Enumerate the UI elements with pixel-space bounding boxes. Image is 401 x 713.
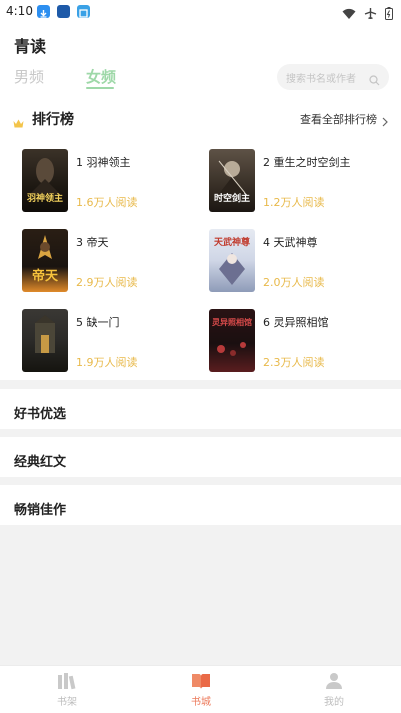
status-bar: 4:10 <box>0 0 401 24</box>
tab-male[interactable]: 男频 <box>14 66 44 87</box>
ranking-book-item[interactable]: 时空剑主 2 重生之时空剑主 1.2万人阅读 <box>209 149 389 213</box>
ranking-book-item[interactable]: 5 缺一门 1.9万人阅读 <box>22 309 202 373</box>
bottom-navigation: 书架 书城 我的 <box>0 665 401 713</box>
book-cover[interactable]: 灵异照相馆 <box>209 309 255 372</box>
section-good-books[interactable]: 好书优选 <box>0 389 401 429</box>
book-cover[interactable]: 羽神领主 <box>22 149 68 212</box>
app-icon <box>77 5 90 18</box>
book-read-count: 1.9万人阅读 <box>76 356 138 369</box>
download-icon <box>37 5 50 18</box>
book-read-count: 2.3万人阅读 <box>263 356 325 369</box>
nav-label: 书城 <box>191 697 211 708</box>
nav-item-profile[interactable]: 我的 <box>267 666 401 713</box>
profile-icon <box>324 672 344 694</box>
battery-icon <box>385 5 393 24</box>
book-title: 6 灵异照相馆 <box>263 316 329 329</box>
nav-item-book-city[interactable]: 书城 <box>134 666 268 713</box>
book-read-count: 1.6万人阅读 <box>76 196 138 209</box>
app-title: 青读 <box>14 37 47 56</box>
app-icon <box>57 5 70 18</box>
book-title: 2 重生之时空剑主 <box>263 156 351 169</box>
book-cover-title: 羽神领主 <box>26 194 63 204</box>
view-all-rankings-link[interactable]: 查看全部排行榜 <box>300 111 377 127</box>
section-bestsellers[interactable]: 畅销佳作 <box>0 485 401 525</box>
header: 青读 男频 女频 搜索书名或作者 <box>0 24 401 100</box>
tab-female[interactable]: 女频 <box>86 66 116 87</box>
book-cover-title: 时空剑主 <box>213 194 250 204</box>
ranking-title: 排行榜 <box>32 112 74 128</box>
nav-label: 书架 <box>57 697 77 708</box>
section-title: 好书优选 <box>14 407 67 422</box>
book-title: 3 帝天 <box>76 236 109 249</box>
book-city-icon <box>191 672 211 694</box>
book-title: 4 天武神尊 <box>263 236 318 249</box>
book-cover-title: 灵异照相馆 <box>212 317 252 327</box>
ranking-book-item[interactable]: 灵异照相馆 6 灵异照相馆 2.3万人阅读 <box>209 309 389 373</box>
crown-icon <box>13 113 24 132</box>
book-cover[interactable] <box>22 309 68 372</box>
search-placeholder: 搜索书名或作者 <box>286 73 356 85</box>
status-time: 4:10 <box>6 4 33 18</box>
book-cover[interactable]: 时空剑主 <box>209 149 255 212</box>
ranking-panel: 排行榜 查看全部排行榜 羽神领主 1 羽神领主 1.6万人阅读 时空剑主 2 重… <box>0 100 401 380</box>
book-title: 1 羽神领主 <box>76 156 131 169</box>
ranking-book-item[interactable]: 羽神领主 1 羽神领主 1.6万人阅读 <box>22 149 202 213</box>
book-read-count: 2.0万人阅读 <box>263 276 325 289</box>
search-icon[interactable] <box>369 71 380 90</box>
section-classic-hits[interactable]: 经典红文 <box>0 437 401 477</box>
nav-item-bookshelf[interactable]: 书架 <box>0 666 134 713</box>
book-cover[interactable]: 天武神尊 <box>209 229 255 292</box>
section-title: 畅销佳作 <box>14 503 67 518</box>
ranking-book-item[interactable]: 天武神尊 4 天武神尊 2.0万人阅读 <box>209 229 389 293</box>
ranking-book-item[interactable]: 帝天 3 帝天 2.9万人阅读 <box>22 229 202 293</box>
book-cover-title: 帝天 <box>31 269 58 284</box>
chevron-right-icon[interactable] <box>382 112 388 131</box>
section-title: 经典红文 <box>14 455 67 470</box>
book-title: 5 缺一门 <box>76 316 120 329</box>
active-tab-indicator <box>86 87 114 89</box>
nav-label: 我的 <box>324 697 344 708</box>
book-read-count: 1.2万人阅读 <box>263 196 325 209</box>
search-input[interactable]: 搜索书名或作者 <box>277 64 389 90</box>
airplane-icon <box>364 5 377 24</box>
bookshelf-icon <box>57 672 77 694</box>
book-cover[interactable]: 帝天 <box>22 229 68 292</box>
ranking-header: 排行榜 查看全部排行榜 <box>0 108 401 128</box>
book-cover-title: 天武神尊 <box>213 238 250 248</box>
wifi-icon <box>342 5 356 24</box>
book-read-count: 2.9万人阅读 <box>76 276 138 289</box>
